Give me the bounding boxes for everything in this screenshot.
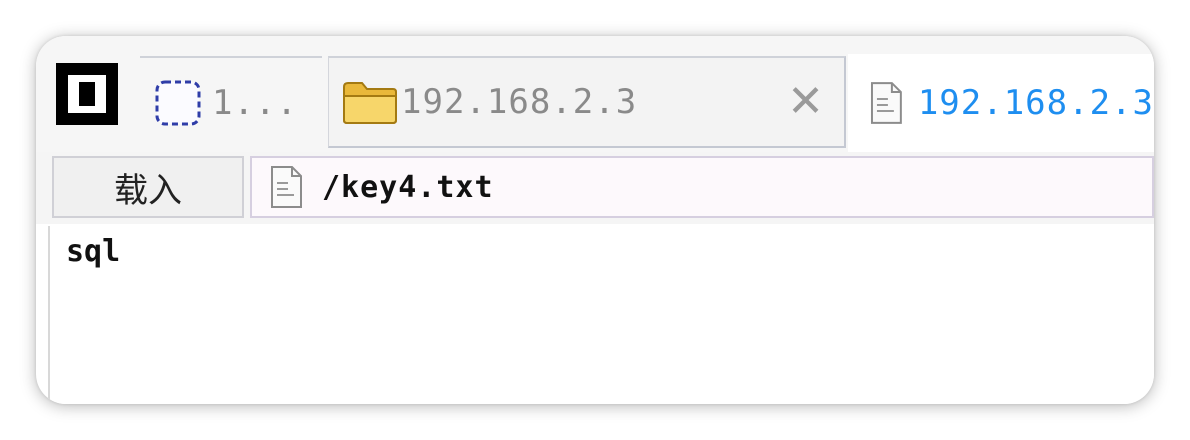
- tab-bar: 1... 192.168.2.3 ✕ 192.168.2.3: [36, 36, 1154, 152]
- load-button[interactable]: 载入: [52, 156, 244, 218]
- tab-2-label: 192.168.2.3: [401, 82, 638, 122]
- file-content-area[interactable]: sql: [48, 226, 1154, 404]
- document-icon: [870, 82, 902, 124]
- tab-1[interactable]: 1...: [140, 56, 322, 148]
- path-value: /key4.txt: [322, 169, 494, 205]
- tab-1-label: 1...: [212, 83, 298, 123]
- app-logo-icon[interactable]: [56, 63, 118, 125]
- tab-3-label: 192.168.2.3: [917, 83, 1154, 123]
- tab-3-active[interactable]: 192.168.2.3: [848, 54, 1154, 152]
- file-viewer-window: 1... 192.168.2.3 ✕ 192.168.2.3 载入 /key4.…: [36, 36, 1154, 404]
- document-icon: [271, 166, 302, 208]
- tab-2[interactable]: 192.168.2.3 ✕: [328, 56, 846, 148]
- folder-icon: [343, 82, 397, 124]
- path-field[interactable]: /key4.txt: [250, 156, 1154, 218]
- file-content-text: sql: [66, 234, 121, 269]
- close-tab-icon[interactable]: ✕: [787, 80, 824, 124]
- selection-icon: [155, 80, 201, 126]
- toolbar: 载入 /key4.txt: [36, 152, 1154, 224]
